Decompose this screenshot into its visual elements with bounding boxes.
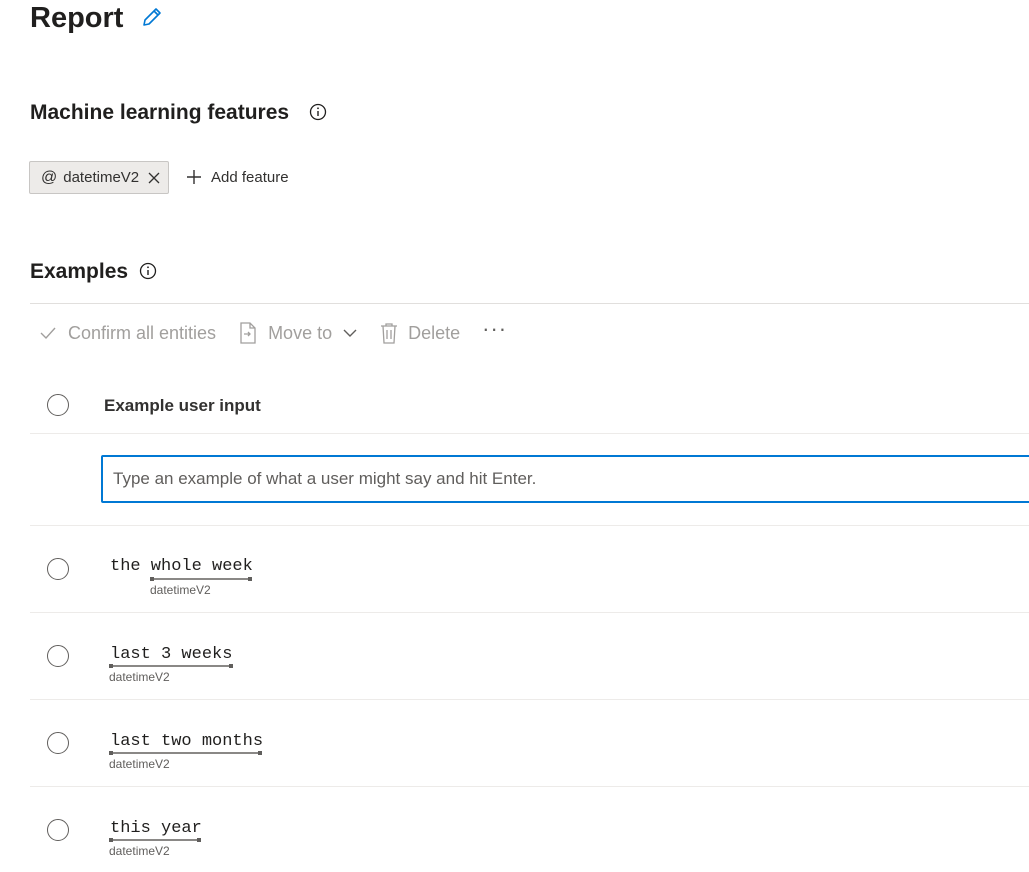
delete-label: Delete bbox=[408, 322, 461, 343]
divider bbox=[30, 525, 1029, 526]
divider bbox=[30, 303, 1029, 304]
row-select-radio[interactable] bbox=[47, 819, 69, 841]
entity-at-icon: @ bbox=[41, 168, 58, 186]
examples-toolbar: Confirm all entities Move to Delete ··· bbox=[38, 316, 507, 348]
row-select-radio[interactable] bbox=[47, 558, 69, 580]
remove-feature-icon[interactable] bbox=[147, 171, 161, 185]
example-utterance-input[interactable] bbox=[101, 455, 1029, 503]
entity-label: datetimeV2 bbox=[109, 757, 170, 771]
checkmark-icon bbox=[40, 327, 56, 340]
row-select-radio[interactable] bbox=[47, 732, 69, 754]
select-all-checkbox[interactable] bbox=[47, 394, 69, 416]
entity-label: datetimeV2 bbox=[150, 583, 211, 597]
entity-underline[interactable] bbox=[109, 838, 201, 842]
info-icon[interactable] bbox=[139, 262, 157, 280]
feature-chip-label: datetimeV2 bbox=[63, 169, 140, 186]
page: Report Machine learning features @ datet… bbox=[0, 0, 1029, 872]
column-header-example-input: Example user input bbox=[104, 396, 261, 415]
entity-label: datetimeV2 bbox=[109, 844, 170, 858]
more-options-button[interactable]: ··· bbox=[482, 316, 507, 342]
entity-underline[interactable] bbox=[109, 664, 233, 668]
trash-icon bbox=[381, 323, 398, 344]
divider bbox=[30, 786, 1029, 787]
info-icon[interactable] bbox=[309, 103, 327, 121]
divider bbox=[30, 612, 1029, 613]
chevron-down-icon bbox=[343, 329, 357, 337]
add-feature-label: Add feature bbox=[211, 168, 289, 186]
entity-label: datetimeV2 bbox=[109, 670, 170, 684]
page-title: Report bbox=[30, 2, 124, 34]
utterance-text[interactable]: this year bbox=[110, 819, 202, 838]
entity-underline[interactable] bbox=[109, 751, 262, 755]
divider bbox=[30, 433, 1029, 434]
plus-icon bbox=[187, 170, 201, 184]
confirm-all-label: Confirm all entities bbox=[68, 322, 217, 343]
divider bbox=[30, 699, 1029, 700]
move-to-button[interactable]: Move to bbox=[238, 322, 358, 344]
utterance-text[interactable]: last two months bbox=[110, 732, 263, 751]
entity-underline[interactable] bbox=[150, 577, 252, 581]
features-heading: Machine learning features bbox=[30, 101, 290, 124]
move-document-icon bbox=[240, 322, 256, 344]
confirm-all-entities-button[interactable]: Confirm all entities bbox=[38, 323, 216, 344]
utterance-text[interactable]: the whole week bbox=[110, 557, 253, 576]
feature-chip-datetimev2: @ datetimeV2 bbox=[29, 161, 169, 194]
delete-button[interactable]: Delete bbox=[380, 322, 460, 344]
row-select-radio[interactable] bbox=[47, 645, 69, 667]
examples-heading: Examples bbox=[30, 260, 129, 283]
move-to-label: Move to bbox=[268, 322, 333, 343]
add-feature-button[interactable]: Add feature bbox=[185, 168, 289, 186]
pencil-edit-icon[interactable] bbox=[140, 5, 164, 29]
utterance-text[interactable]: last 3 weeks bbox=[110, 645, 232, 664]
